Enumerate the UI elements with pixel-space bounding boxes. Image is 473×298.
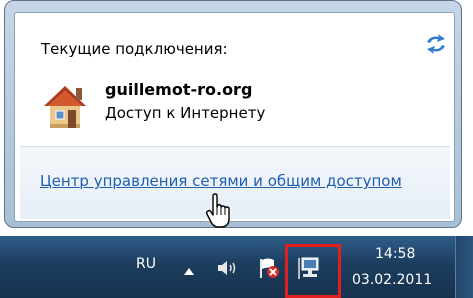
up-arrow-icon[interactable]: [183, 262, 195, 275]
network-access-status: Доступ к Интернету: [105, 104, 266, 122]
network-center-link[interactable]: Центр управления сетями и общим доступом: [40, 172, 445, 190]
network-icon[interactable]: [297, 255, 323, 281]
clock-date[interactable]: 03.02.2011: [352, 272, 432, 288]
language-indicator[interactable]: RU: [136, 256, 156, 272]
show-desktop-button[interactable]: [455, 236, 473, 298]
hand-pointer-icon: [204, 193, 234, 229]
network-name: guillemot-ro.org: [105, 80, 253, 99]
volume-icon[interactable]: [216, 258, 240, 278]
flag-error-icon[interactable]: [258, 256, 280, 280]
house-network-icon: [38, 80, 92, 132]
refresh-icon[interactable]: [423, 33, 449, 55]
current-connections-label: Текущие подключения:: [41, 40, 228, 58]
clock-time[interactable]: 14:58: [375, 246, 415, 262]
